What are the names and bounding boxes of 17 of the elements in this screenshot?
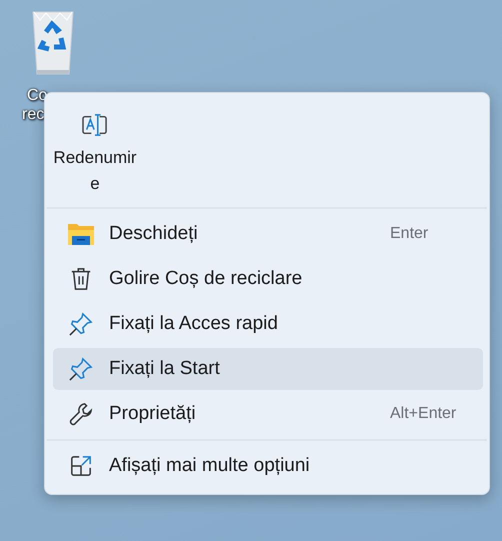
menu-item[interactable]: Golire Coș de reciclare <box>53 258 483 300</box>
menu-item[interactable]: Afișați mai multe opțiuni <box>53 445 483 487</box>
pin-icon <box>69 357 93 381</box>
icon-label: rec <box>22 105 44 124</box>
folder-icon <box>68 223 94 245</box>
menu-item[interactable]: Fixați la Acces rapid <box>53 303 483 345</box>
menu-item[interactable]: Deschideți Enter <box>53 213 483 255</box>
shortcut-text: Enter <box>390 225 428 242</box>
menu-item[interactable]: Fixați la Start <box>53 348 483 390</box>
wrench-icon <box>69 402 93 426</box>
rename-icon <box>81 113 109 137</box>
shortcut-text: Alt+Enter <box>390 405 456 422</box>
rename-button[interactable]: Redenumire <box>53 101 137 197</box>
menu-item[interactable]: Proprietăți Alt+Enter <box>53 393 483 435</box>
expand-icon <box>70 455 92 477</box>
trash-icon <box>70 267 92 291</box>
pin-icon <box>69 312 93 336</box>
